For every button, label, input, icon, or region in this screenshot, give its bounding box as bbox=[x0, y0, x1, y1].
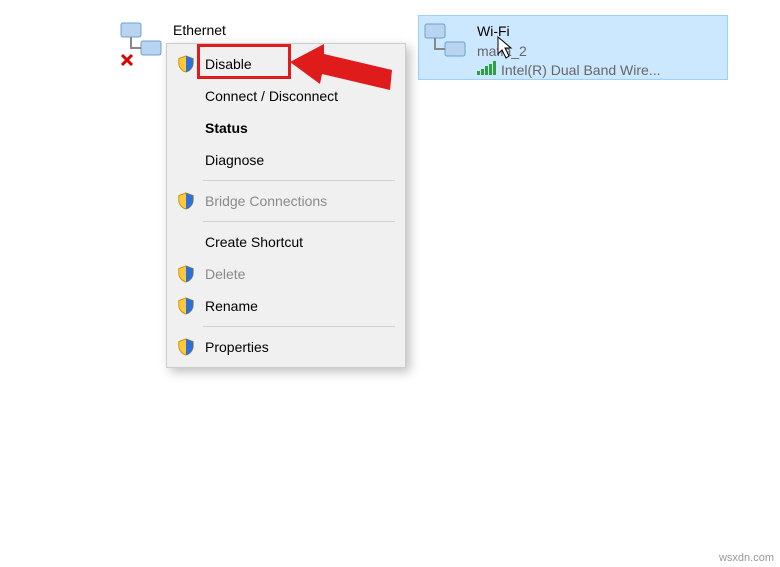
menu-item-rename[interactable]: Rename bbox=[169, 290, 403, 322]
adapter-name: Ethernet bbox=[173, 21, 226, 41]
blank-icon bbox=[175, 149, 197, 171]
menu-label: Properties bbox=[205, 339, 269, 355]
menu-item-status[interactable]: Status bbox=[169, 112, 403, 144]
shield-icon bbox=[175, 295, 197, 317]
menu-label: Status bbox=[205, 120, 248, 136]
menu-item-diagnose[interactable]: Diagnose bbox=[169, 144, 403, 176]
blank-icon bbox=[175, 117, 197, 139]
menu-item-shortcut[interactable]: Create Shortcut bbox=[169, 226, 403, 258]
menu-item-connect[interactable]: Connect / Disconnect bbox=[169, 80, 403, 112]
context-menu: Disable Connect / Disconnect Status Diag… bbox=[166, 43, 406, 368]
shield-icon bbox=[175, 190, 197, 212]
menu-separator bbox=[203, 221, 395, 222]
menu-item-disable[interactable]: Disable bbox=[169, 48, 403, 80]
wifi-device: Intel(R) Dual Band Wire... bbox=[501, 61, 661, 81]
menu-label: Disable bbox=[205, 56, 252, 72]
menu-label: Bridge Connections bbox=[205, 193, 327, 209]
blank-icon bbox=[175, 231, 197, 253]
menu-label: Connect / Disconnect bbox=[205, 88, 338, 104]
adapter-item-wifi[interactable]: Wi-Fi mafia_2 Intel(R) Dual Band Wire... bbox=[418, 15, 728, 80]
shield-icon bbox=[175, 336, 197, 358]
menu-label: Diagnose bbox=[205, 152, 264, 168]
adapter-name: Wi-Fi bbox=[477, 22, 661, 42]
menu-separator bbox=[203, 180, 395, 181]
shield-icon bbox=[175, 53, 197, 75]
menu-item-delete: Delete bbox=[169, 258, 403, 290]
wifi-ssid: mafia_2 bbox=[477, 42, 661, 62]
menu-item-bridge: Bridge Connections bbox=[169, 185, 403, 217]
menu-label: Create Shortcut bbox=[205, 234, 303, 250]
menu-label: Delete bbox=[205, 266, 245, 282]
blank-icon bbox=[175, 85, 197, 107]
menu-separator bbox=[203, 326, 395, 327]
network-adapter-icon bbox=[423, 22, 469, 62]
shield-icon bbox=[175, 263, 197, 285]
watermark: wsxdn.com bbox=[719, 552, 774, 564]
signal-strength-icon bbox=[477, 61, 497, 81]
menu-label: Rename bbox=[205, 298, 258, 314]
menu-item-properties[interactable]: Properties bbox=[169, 331, 403, 363]
network-adapter-icon bbox=[119, 21, 165, 61]
